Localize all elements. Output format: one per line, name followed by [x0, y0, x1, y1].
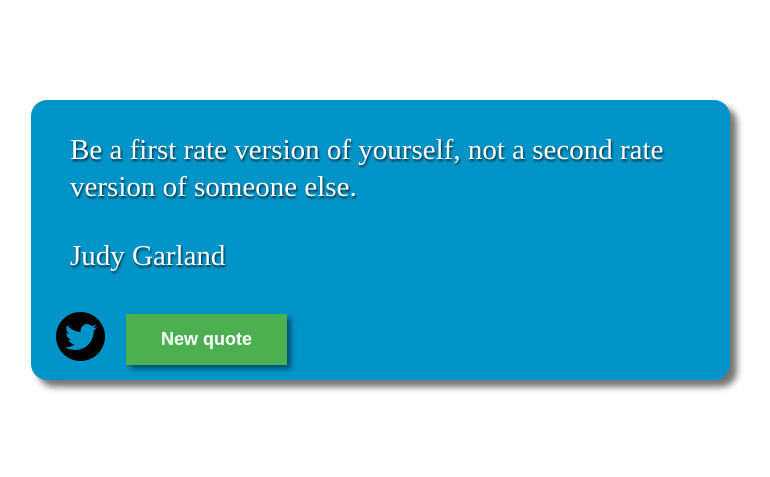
quote-text: Be a first rate version of yourself, not…: [70, 134, 664, 203]
quote-author: Judy Garland: [70, 240, 226, 272]
tweet-quote-button[interactable]: [56, 312, 105, 361]
quote-box: Be a first rate version of yourself, not…: [31, 100, 730, 380]
twitter-icon: [64, 321, 97, 353]
new-quote-button[interactable]: New quote: [126, 314, 287, 365]
